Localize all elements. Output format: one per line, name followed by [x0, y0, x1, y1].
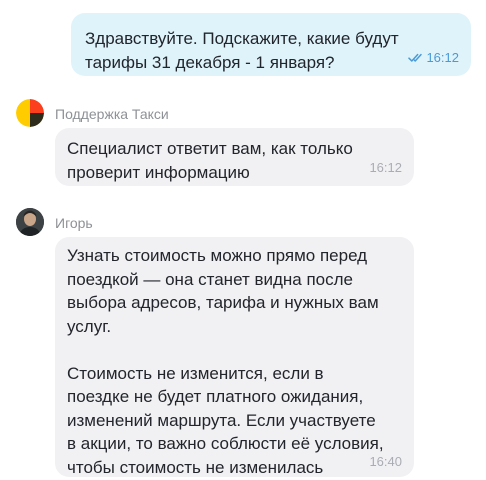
igor-sender-name: Игорь	[55, 215, 93, 231]
yandex-taxi-logo-icon[interactable]	[16, 99, 44, 127]
igor-message-text: Узнать стоимость можно прямо перед поезд…	[67, 246, 384, 477]
igor-message-time: 16:40	[369, 454, 402, 469]
outgoing-message-text: Здравствуйте. Подскажите, какие будут та…	[85, 29, 399, 72]
outgoing-message-bubble[interactable]: Здравствуйте. Подскажите, какие будут та…	[71, 13, 471, 76]
support-message-time: 16:12	[369, 160, 402, 175]
igor-message-bubble[interactable]: Узнать стоимость можно прямо перед поезд…	[55, 237, 414, 477]
support-message-bubble[interactable]: Специалист ответит вам, как только прове…	[55, 128, 414, 186]
support-message-text: Специалист ответит вам, как только прове…	[67, 139, 353, 182]
user-photo-avatar[interactable]	[16, 208, 44, 236]
outgoing-message-time: 16:12	[426, 50, 459, 65]
outgoing-message-meta: 16:12	[408, 51, 459, 65]
support-sender-name: Поддержка Такси	[55, 106, 169, 122]
double-check-icon	[408, 53, 423, 62]
